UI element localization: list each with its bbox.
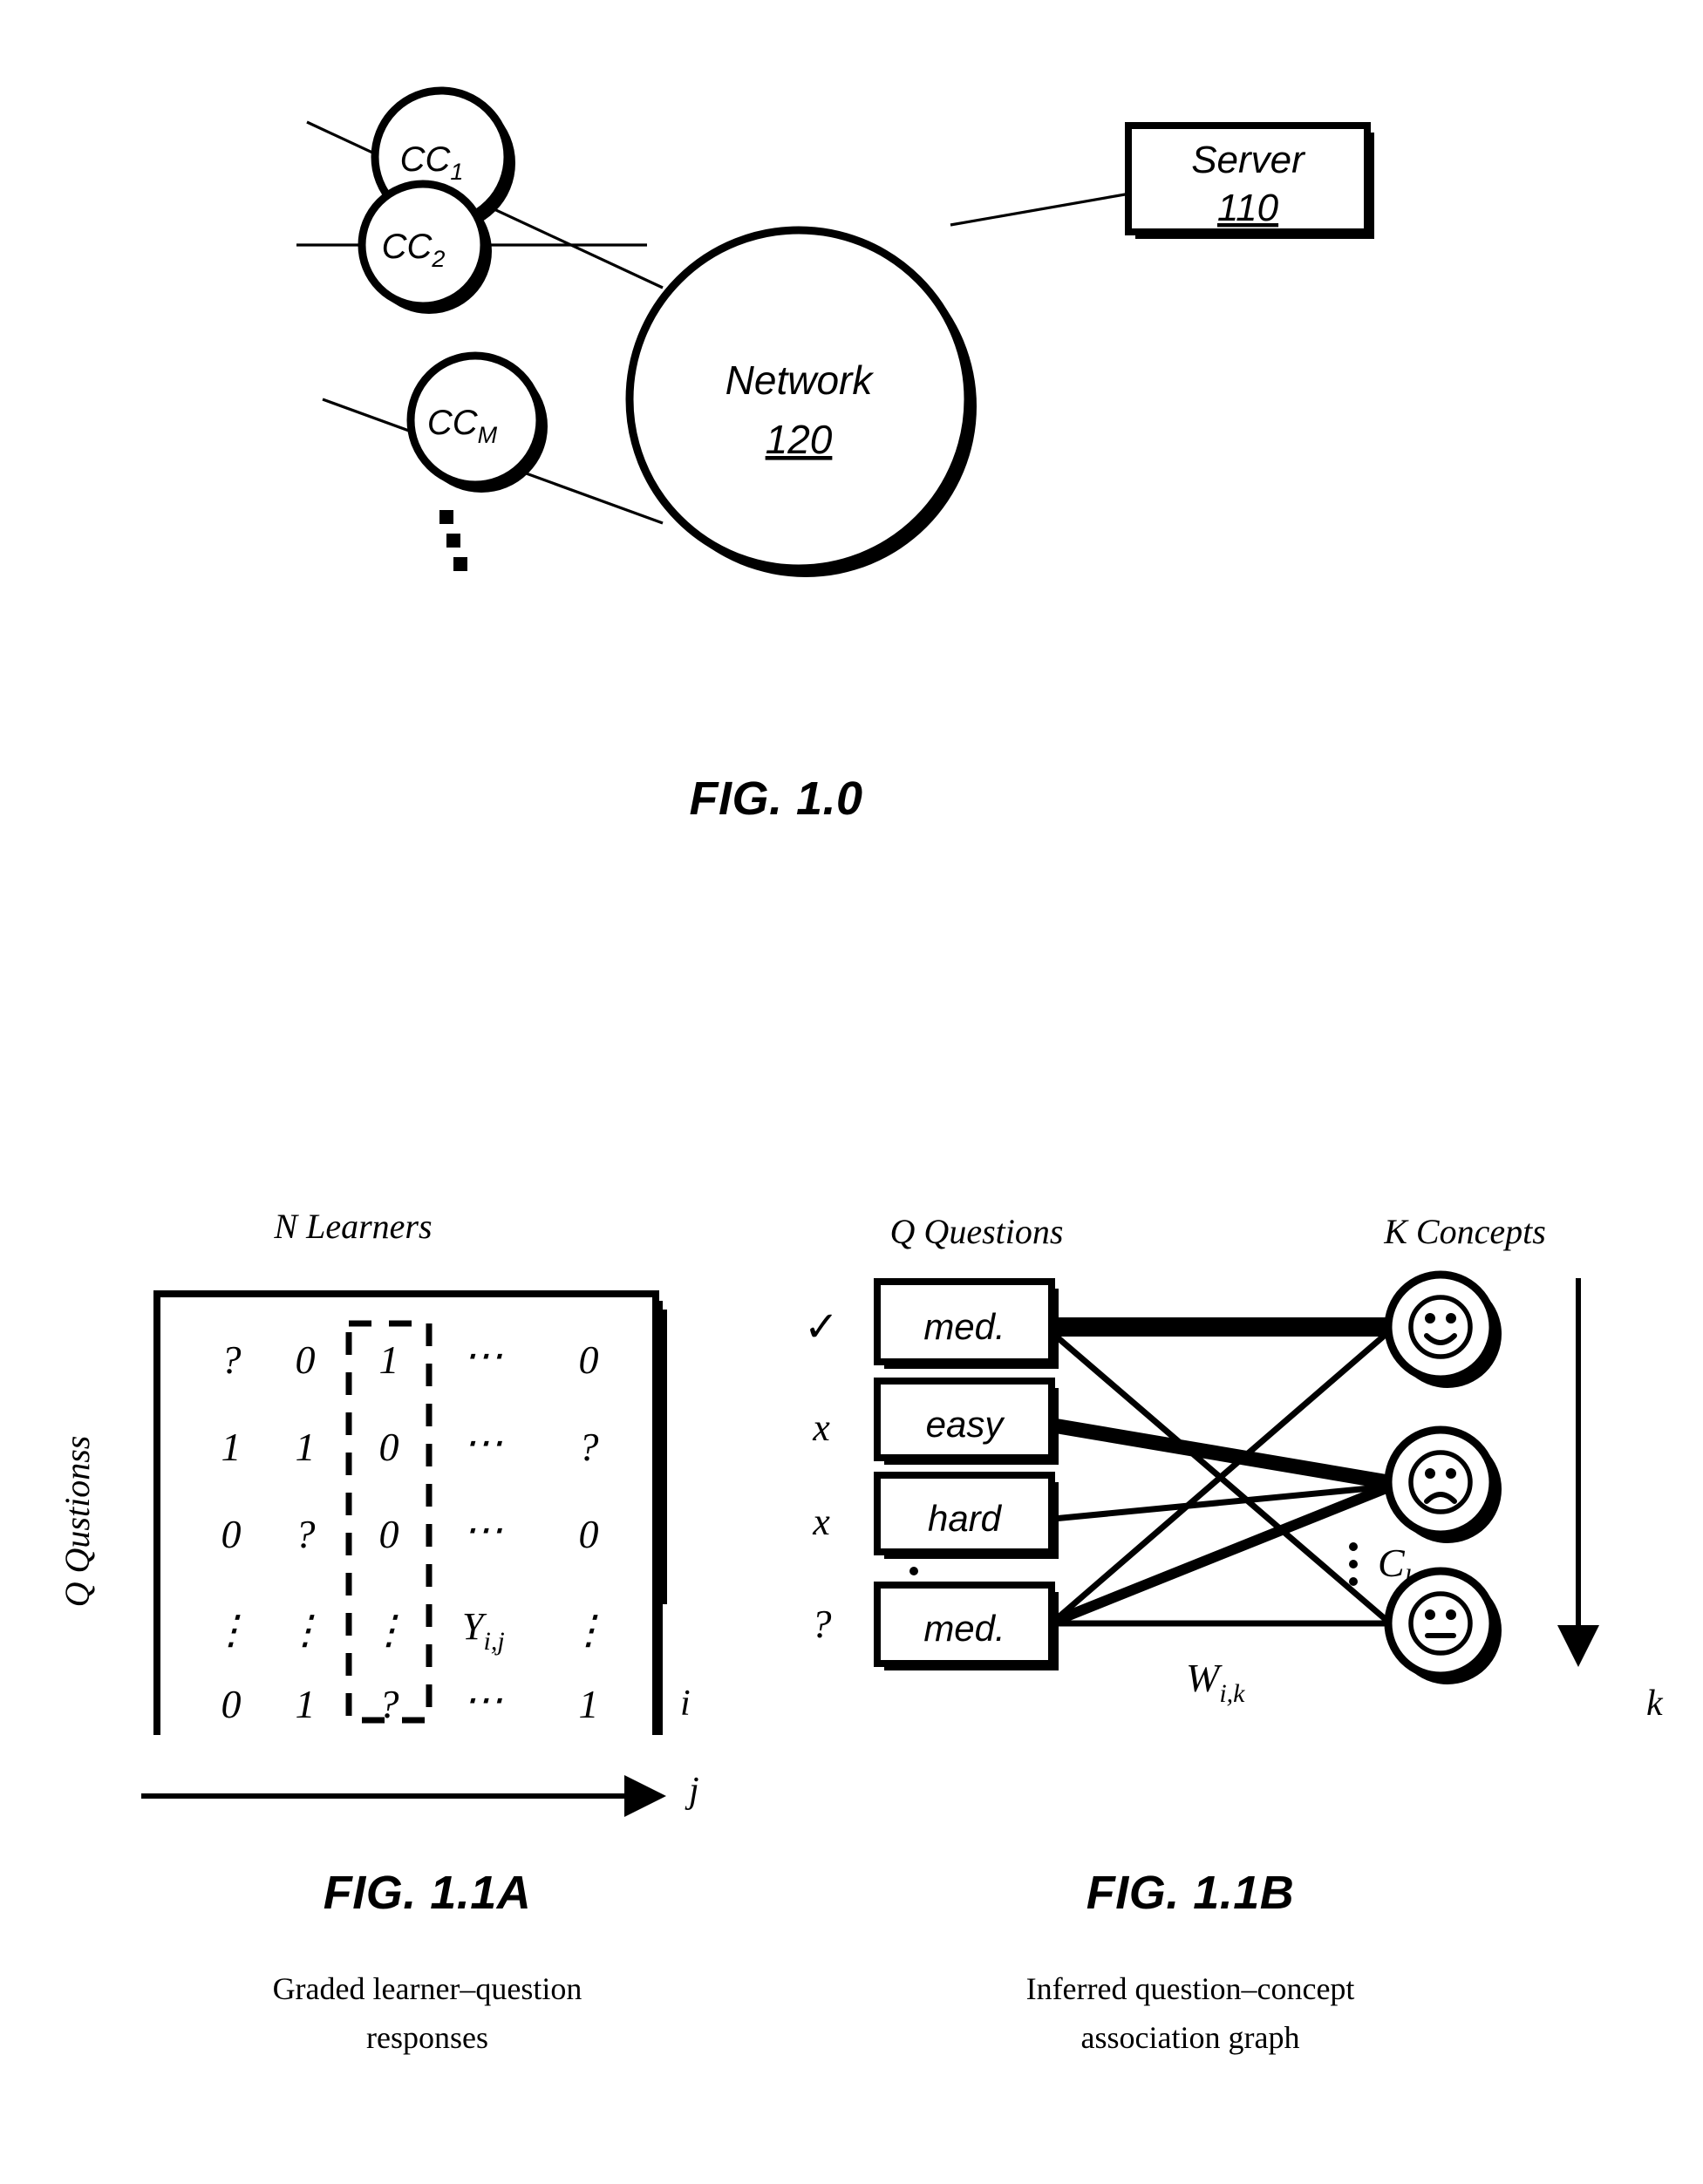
matrix-cell: ⋯: [463, 1677, 503, 1722]
matrix-cell: ?: [379, 1682, 399, 1726]
question-box-2-label: hard: [928, 1498, 1003, 1539]
question-marker-3: ?: [812, 1602, 832, 1646]
matrix-cell: ⋮: [285, 1608, 325, 1652]
figure-1-1a-axes: [662, 1310, 667, 1604]
question-marker-0: ✓: [804, 1304, 839, 1351]
happy-face-icon: [1408, 1295, 1473, 1359]
question-marker-2: x: [812, 1500, 830, 1543]
concept-list-ellipsis-icon: [1349, 1542, 1358, 1586]
figure-1-1b-association-graph: Q Questions K Concepts ✓ med. x easy x h…: [804, 1212, 1599, 1708]
matrix-cell: 1: [579, 1682, 599, 1726]
questions-header: Q Questions: [890, 1212, 1064, 1251]
matrix-cell: 0: [221, 1682, 242, 1726]
figure-1-1a-col-axis: [141, 1775, 666, 1817]
figure-1-0-caption-wrap: FIG. 1.0: [602, 772, 950, 826]
edge-question-3-concept-1: [1051, 1482, 1391, 1627]
question-box-3-label: med.: [923, 1608, 1005, 1649]
concepts-header: K Concepts: [1383, 1212, 1546, 1251]
concept-axis-label: k: [1646, 1684, 1663, 1724]
matrix-cell: ⋮: [569, 1608, 609, 1652]
question-marker-1: x: [812, 1406, 830, 1449]
question-box-1-label: easy: [926, 1404, 1006, 1445]
figure-1-0-network-diagram: Network 120 CC1 CC2 CCM Server 110: [296, 86, 1374, 577]
figure-1-1a-label: FIG. 1.1A: [323, 1867, 532, 1919]
matrix-cell: ⋮: [211, 1608, 251, 1652]
matrix-cell: 1: [296, 1682, 316, 1726]
figure-1-1a-caption-line-2: responses: [366, 2019, 488, 2055]
client-list-ellipsis-icon: [439, 510, 467, 571]
figure-1-1a-caption-wrap: FIG. 1.1A Graded learner–question respon…: [157, 1866, 698, 2063]
col-axis-arrow-head: [624, 1775, 666, 1817]
server-box-label: Server: [1191, 139, 1306, 181]
edge-weight-symbol: Wi,k: [1186, 1656, 1245, 1708]
figure-1-1b-caption-line-1: Inferred question–concept: [1025, 1971, 1355, 2006]
matrix-side-header: Q Qustionss: [58, 1436, 97, 1608]
figure-1-1b-caption-wrap: FIG. 1.1B Inferred question–concept asso…: [920, 1866, 1461, 2063]
matrix-cell: ⋮: [369, 1608, 409, 1652]
patent-figure-sheet: Network 120 CC1 CC2 CCM Server 110 FIG. …: [0, 0, 1703, 2184]
figure-1-1b-label: FIG. 1.1B: [1086, 1867, 1295, 1919]
figure-1-0-label: FIG. 1.0: [689, 772, 863, 825]
col-axis-label: j: [689, 1771, 699, 1811]
edge-network-server: [950, 192, 1131, 227]
question-box-0-label: med.: [923, 1306, 1005, 1347]
row-axis-label: i: [680, 1684, 691, 1724]
network-node-label: Network: [725, 357, 875, 403]
sad-face-icon: [1408, 1450, 1473, 1514]
network-node-ref: 120: [766, 417, 833, 462]
neutral-face-icon: [1408, 1591, 1473, 1656]
concept-axis-arrow-head: [1557, 1625, 1599, 1667]
matrix-top-header: N Learners: [273, 1207, 432, 1246]
server-box-ref: 110: [1217, 187, 1279, 229]
figure-1-1b-caption-line-2: association graph: [1080, 2019, 1300, 2055]
figure-1-1a-caption-line-1: Graded learner–question: [272, 1971, 582, 2006]
